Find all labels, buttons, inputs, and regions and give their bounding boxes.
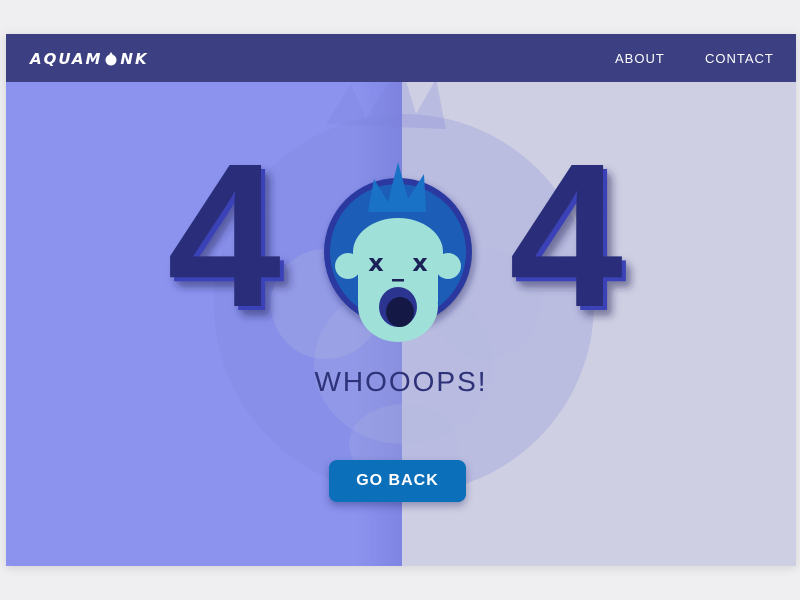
svg-text:4: 4 [167,121,281,350]
left-eye-x: x [368,249,384,277]
digit-left-4: 4 4 [167,121,285,354]
go-back-button[interactable]: GO BACK [329,460,466,502]
svg-text:4: 4 [509,121,623,350]
page-frame: AQUAM NK ABOUT CONTACT 4 4 4 4 x x WHOOO… [6,34,796,566]
digit-right-4: 4 4 [509,121,627,354]
right-eye-x: x [412,249,428,277]
error-headline: WHOOOPS! [314,366,488,397]
dead-monkey-icon: x x [324,162,472,342]
